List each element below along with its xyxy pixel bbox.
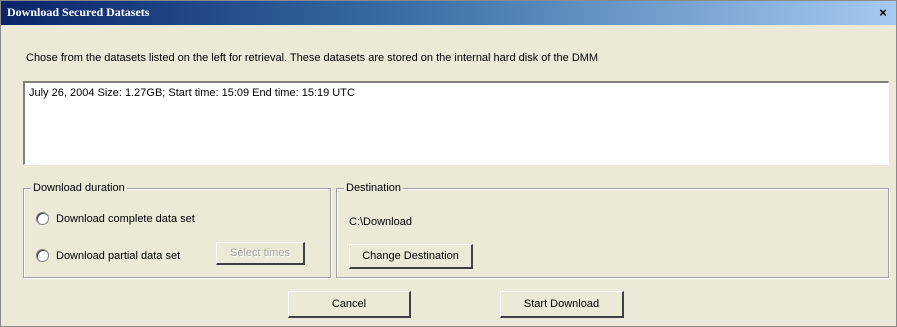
- destination-path: C:\Download: [349, 216, 412, 228]
- dataset-list[interactable]: July 26, 2004 Size: 1.27GB; Start time: …: [23, 81, 889, 165]
- dataset-item[interactable]: July 26, 2004 Size: 1.27GB; Start time: …: [29, 87, 355, 99]
- radio-partial-data-set[interactable]: Download partial data set: [36, 249, 180, 262]
- download-secured-datasets-dialog: Download Secured Datasets × Chose from t…: [0, 0, 897, 327]
- radio-icon[interactable]: [36, 212, 49, 225]
- destination-legend: Destination: [344, 182, 404, 194]
- download-duration-group: Download duration Download complete data…: [23, 182, 331, 278]
- radio-complete-label: Download complete data set: [56, 212, 195, 225]
- radio-partial-label: Download partial data set: [56, 249, 181, 262]
- close-icon[interactable]: ×: [874, 4, 892, 22]
- change-destination-button[interactable]: Change Destination: [349, 244, 473, 269]
- window-title: Download Secured Datasets: [7, 5, 150, 19]
- download-duration-legend: Download duration: [31, 182, 127, 194]
- select-times-button[interactable]: Select times: [216, 242, 305, 265]
- cancel-button[interactable]: Cancel: [288, 291, 411, 318]
- title-bar: Download Secured Datasets ×: [1, 1, 896, 25]
- instructions-text: Chose from the datasets listed on the le…: [26, 52, 599, 64]
- destination-group: Destination C:\Download Change Destinati…: [336, 182, 889, 278]
- start-download-button[interactable]: Start Download: [500, 291, 624, 318]
- radio-complete-data-set[interactable]: Download complete data set: [36, 212, 195, 225]
- radio-icon[interactable]: [36, 249, 49, 262]
